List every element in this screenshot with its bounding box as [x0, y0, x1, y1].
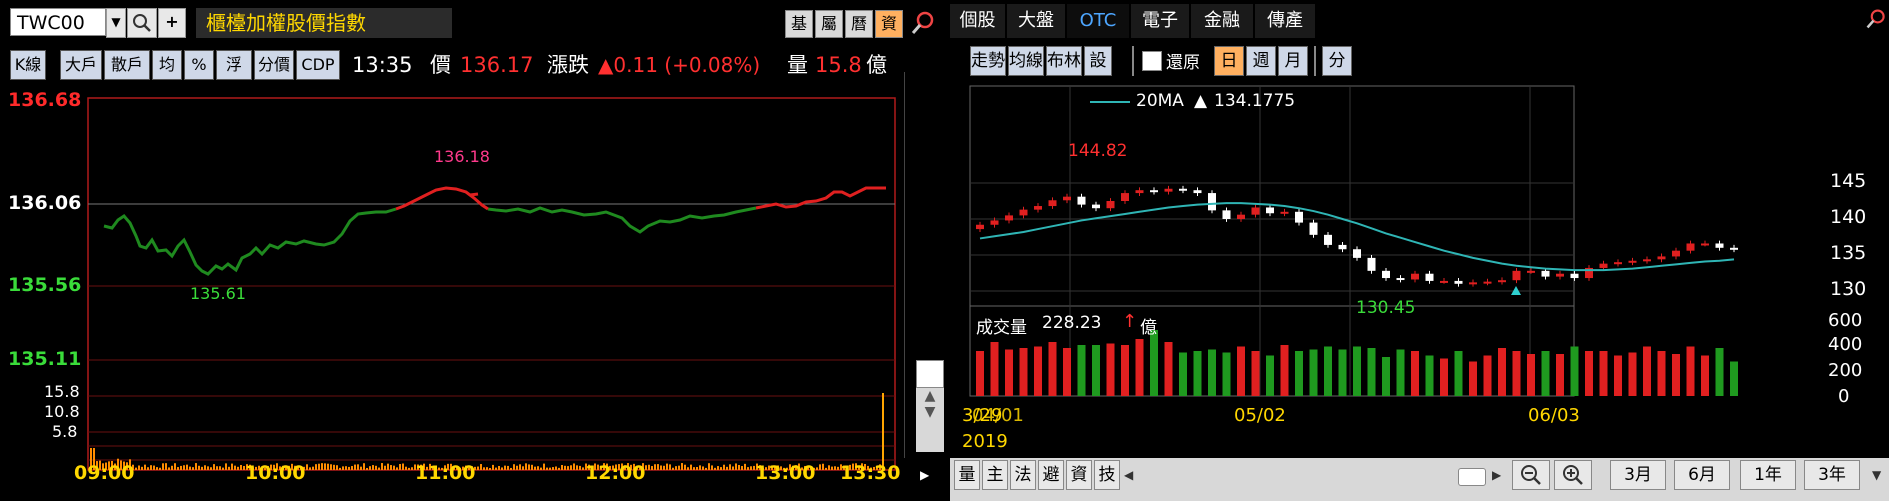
add-icon[interactable]: + — [158, 8, 186, 38]
vol-label-3: 5.8 — [52, 422, 78, 441]
average-button[interactable]: 均 — [152, 50, 182, 80]
vol-label-2: 10.8 — [44, 402, 80, 421]
vol-label-1: 15.8 — [44, 382, 80, 401]
scroll-up-icon[interactable]: ▲ — [916, 388, 944, 404]
vol-tick-400: 400 — [1828, 334, 1863, 355]
price-line-up-2 — [755, 186, 886, 210]
bottom-tab-hedge[interactable]: 避 — [1038, 460, 1064, 490]
ma-value: 134.1775 — [1214, 91, 1296, 111]
vol-tick-200: 200 — [1828, 360, 1863, 381]
daily-volume-bars — [976, 330, 1738, 396]
kline-button[interactable]: K線 — [10, 50, 46, 80]
ma-label: 20MA — [1136, 91, 1184, 111]
daily-panel: 個股 大盤 OTC 電子 金融 傳產 走勢 均線 布林 設 還原 日 週 月 分… — [950, 0, 1889, 501]
scroll-thumb[interactable] — [916, 360, 944, 388]
search-icon[interactable] — [127, 8, 157, 38]
high-annotation-right: 144.82 — [1068, 141, 1128, 161]
volume-value-right: 228.23 — [1042, 313, 1102, 333]
volume-label: 量 — [787, 53, 808, 77]
price-tick-145: 145 — [1830, 170, 1867, 192]
high-annotation: 136.18 — [434, 147, 490, 166]
time-label-0900: 09:00 — [74, 462, 135, 484]
date-label-0502: 05/02 — [1234, 405, 1286, 426]
vol-tick-600: 600 — [1828, 310, 1863, 331]
scroll-slider[interactable] — [1458, 468, 1486, 486]
scroll-right-icon[interactable]: ▶ — [1492, 468, 1501, 482]
change-label: 漲跌 — [547, 53, 589, 77]
tab-info[interactable]: 資 — [875, 10, 903, 38]
date-label-0603: 06/03 — [1528, 405, 1580, 426]
percent-button[interactable]: % — [184, 50, 214, 80]
price-label: 價 — [430, 53, 451, 77]
time-label-1000: 10:00 — [245, 462, 306, 484]
tab-attribute[interactable]: 屬 — [815, 10, 843, 38]
scroll-left-icon[interactable]: ◀ — [1124, 468, 1133, 482]
y-label-low1: 135.56 — [8, 274, 82, 296]
volume-up-arrow-icon: ↑ — [1122, 311, 1138, 332]
scroll-down-icon[interactable]: ▼ — [916, 404, 944, 420]
current-time: 13:35 — [352, 53, 413, 77]
year-label: 2019 — [962, 431, 1008, 452]
candles — [976, 185, 1738, 287]
cdp-button[interactable]: CDP — [296, 50, 340, 80]
bottom-toolbar: 量 主 法 避 資 技 ◀ ▶ 3月 6月 1年 3年 ▼ — [950, 458, 1889, 501]
ma-arrow-icon: ▲ — [1194, 91, 1208, 111]
time-label-1300: 13:00 — [755, 462, 816, 484]
expand-right-icon[interactable]: ▶ — [920, 468, 929, 482]
zoom-out-icon[interactable] — [1512, 460, 1550, 490]
instrument-title: 櫃檯加權股價指數 — [196, 8, 452, 38]
bottom-tab-institution[interactable]: 法 — [1010, 460, 1036, 490]
zoom-icon[interactable] — [910, 10, 936, 40]
price-value: 136.17 — [460, 53, 534, 77]
volume-value: 15.8 — [815, 53, 862, 77]
price-line-down — [103, 207, 397, 276]
big-holder-button[interactable]: 大戶 — [60, 50, 102, 80]
y-label-low2: 135.11 — [8, 348, 82, 370]
tab-fundamental[interactable]: 基 — [785, 10, 813, 38]
date-label-0401: 04/01 — [972, 405, 1024, 426]
low-annotation-right: 130.45 — [1356, 298, 1416, 318]
low-annotation: 135.61 — [190, 284, 246, 303]
price-distribution-button[interactable]: 分價 — [254, 50, 294, 80]
price-tick-135: 135 — [1830, 242, 1867, 264]
symbol-input[interactable]: TWC00 — [10, 8, 106, 36]
price-line-up — [395, 186, 489, 211]
price-tick-140: 140 — [1830, 206, 1867, 228]
volume-unit-right: 億 — [1140, 318, 1157, 338]
y-label-reference: 136.06 — [8, 192, 82, 214]
tab-calendar[interactable]: 曆 — [845, 10, 873, 38]
range-dropdown-icon[interactable]: ▼ — [1872, 468, 1881, 482]
zoom-in-icon[interactable] — [1554, 460, 1592, 490]
change-value: ▲0.11 (+0.08%) — [598, 53, 761, 77]
bottom-tab-volume[interactable]: 量 — [954, 460, 980, 490]
range-6m-button[interactable]: 6月 — [1674, 460, 1730, 490]
candlestick-chart — [969, 85, 1738, 397]
symbol-dropdown-button[interactable]: ▼ — [106, 8, 126, 38]
price-line-down-2 — [487, 206, 757, 234]
range-3y-button[interactable]: 3年 — [1804, 460, 1860, 490]
price-line-close — [469, 192, 479, 197]
float-button[interactable]: 浮 — [216, 50, 252, 80]
range-3m-button[interactable]: 3月 — [1610, 460, 1666, 490]
time-label-1200: 12:00 — [585, 462, 646, 484]
bottom-tab-technical[interactable]: 技 — [1094, 460, 1120, 490]
y-label-high: 136.68 — [8, 89, 82, 111]
time-label-1100: 11:00 — [415, 462, 476, 484]
volume-title: 成交量 — [976, 318, 1027, 338]
bottom-tab-main[interactable]: 主 — [982, 460, 1008, 490]
time-label-1330: 13:30 — [840, 462, 901, 484]
price-tick-130: 130 — [1830, 278, 1867, 300]
intraday-panel: TWC00 ▼ + 櫃檯加權股價指數 基 屬 曆 資 K線 大戶 散戶 均 % … — [0, 0, 945, 501]
range-1y-button[interactable]: 1年 — [1740, 460, 1796, 490]
vol-tick-0: 0 — [1838, 386, 1850, 407]
bottom-tab-margin[interactable]: 資 — [1066, 460, 1092, 490]
volume-unit: 億 — [866, 53, 887, 77]
scrollbar[interactable]: ▲ ▼ — [916, 360, 944, 452]
retail-button[interactable]: 散戶 — [104, 50, 150, 80]
